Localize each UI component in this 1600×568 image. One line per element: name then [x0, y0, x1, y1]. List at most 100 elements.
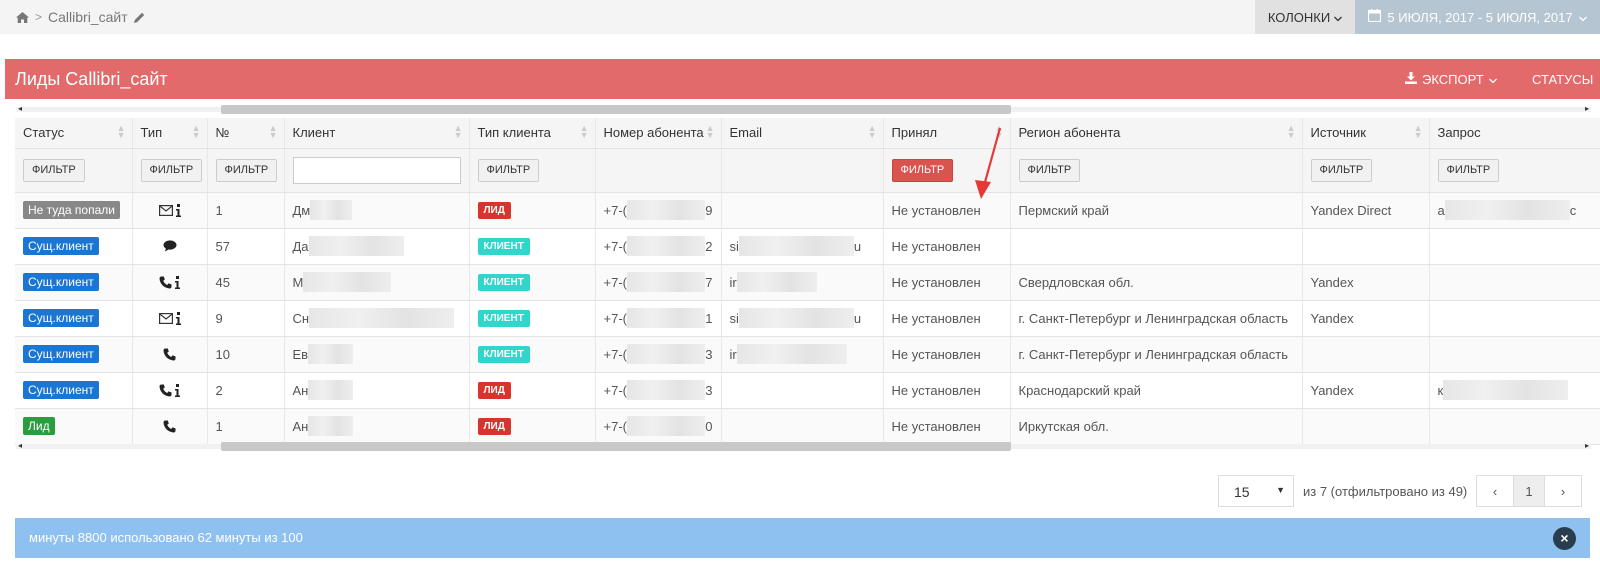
status-badge[interactable]: Не туда попали — [23, 201, 120, 219]
client-type-tag: ЛИД — [477, 202, 511, 219]
mail-icon — [158, 312, 173, 324]
column-header-client[interactable]: Клиент ▲ ▼ — [284, 118, 470, 149]
column-header-query[interactable]: Запрос — [1429, 118, 1600, 149]
leads-table: Статус ▲ ▼ Тип ▲ ▼ № ▲ ▼ Клиент ▲ ▼ Тип клиента ▲… — [15, 118, 1600, 445]
region-cell: Пермский край — [1010, 192, 1303, 229]
redacted-block — [626, 416, 706, 436]
scroll-right-arrow-icon[interactable]: ▸ — [1585, 104, 1589, 113]
redacted-block — [738, 308, 854, 328]
phone-suffix: 2 — [705, 238, 713, 254]
column-header-status[interactable]: Статус ▲ ▼ — [15, 118, 133, 149]
next-page-button[interactable]: › — [1544, 475, 1582, 507]
chevron-down-icon — [1334, 10, 1343, 25]
email-suffix: u — [853, 238, 862, 254]
status-badge[interactable]: Сущ.клиент — [23, 273, 99, 291]
type-icons — [141, 275, 199, 289]
filter-input-client[interactable] — [292, 156, 461, 184]
prev-page-button[interactable]: ‹ — [1476, 475, 1514, 507]
query-suffix: с — [1569, 202, 1577, 218]
column-header-number[interactable]: № ▲ ▼ — [207, 118, 285, 149]
filter-button-query[interactable]: ФИЛЬТР — [1437, 158, 1500, 182]
row-number: 1 — [207, 192, 285, 229]
chevron-down-icon — [1578, 10, 1587, 25]
page-number-button[interactable]: 1 — [1513, 475, 1545, 507]
column-header-type[interactable]: Тип ▲ ▼ — [132, 118, 208, 149]
redacted-block — [738, 236, 854, 256]
status-badge[interactable]: Сущ.клиент — [23, 345, 99, 363]
column-header-email[interactable]: Email ▲ ▼ — [721, 118, 884, 149]
table-row[interactable]: Сущ.клиент 9 Сн КЛИЕНТ +7-(1 si u Не установлен… — [15, 300, 1600, 337]
region-cell: Краснодарский край — [1010, 372, 1303, 409]
column-header-client-type[interactable]: Тип клиента ▲ ▼ — [469, 118, 596, 149]
filter-button-source[interactable]: ФИЛЬТР — [1310, 158, 1373, 182]
column-header-source[interactable]: Источник ▲ ▼ — [1302, 118, 1430, 149]
filter-button-number[interactable]: ФИЛЬТР — [215, 158, 278, 182]
sort-icon: ▲ ▼ — [867, 123, 877, 140]
filter-button-region[interactable]: ФИЛЬТР — [1018, 158, 1081, 182]
phone-icon — [159, 276, 172, 289]
query-prefix: а — [1437, 202, 1445, 218]
pagination: ‹ 1 › — [1476, 475, 1582, 507]
type-icons — [141, 348, 199, 361]
close-icon[interactable]: × — [1553, 527, 1576, 550]
table-row[interactable]: Сущ.клиент 10 Ев КЛИЕНТ +7-(3 ir Не установлен… — [15, 336, 1600, 373]
sort-icon: ▲ ▼ — [1286, 123, 1296, 140]
filter-button-type[interactable]: ФИЛЬТР — [140, 158, 203, 182]
scroll-right-arrow-icon[interactable]: ▸ — [1585, 441, 1589, 450]
source-cell — [1302, 228, 1430, 265]
phone-suffix: 3 — [705, 382, 713, 398]
page-size-value: 15 — [1234, 484, 1250, 500]
alert-text: минуты 8800 использовано 62 минуты из 10… — [29, 530, 303, 545]
redacted-block — [626, 272, 706, 292]
table-row[interactable]: Сущ.клиент 2 Ан ЛИД +7-(3 Не установлен Красно… — [15, 372, 1600, 409]
row-number: 10 — [207, 336, 285, 373]
phone-prefix: +7-( — [603, 274, 627, 290]
pencil-icon[interactable] — [133, 12, 145, 23]
columns-button[interactable]: КОЛОНКИ — [1255, 0, 1355, 34]
scroll-thumb[interactable] — [221, 442, 1011, 451]
caret-down-icon: ▼ — [1276, 485, 1285, 495]
info-icon — [175, 383, 180, 397]
type-icons — [141, 311, 199, 325]
column-header-region[interactable]: Регион абонента ▲ ▼ — [1010, 118, 1303, 149]
phone-suffix: 7 — [705, 274, 713, 290]
chat-icon — [163, 240, 177, 252]
phone-suffix: 3 — [705, 346, 713, 362]
source-cell: Yandex — [1302, 300, 1430, 337]
client-name: Ан — [292, 382, 309, 398]
scroll-left-arrow-icon[interactable]: ◂ — [18, 441, 22, 450]
phone-suffix: 9 — [705, 202, 713, 218]
redacted-block — [626, 308, 706, 328]
table-row[interactable]: Лид 1 Ан ЛИД +7-(0 Не установлен Иркутская обл… — [15, 408, 1600, 445]
horizontal-scrollbar-bottom[interactable]: ◂ ▸ — [16, 441, 1591, 451]
home-icon[interactable] — [16, 11, 29, 23]
table-row[interactable]: Сущ.клиент 45 М КЛИЕНТ +7-(7 ir Не установлен С… — [15, 264, 1600, 301]
client-name: Ев — [292, 346, 309, 362]
phone-prefix: +7-( — [603, 418, 627, 434]
status-badge[interactable]: Сущ.клиент — [23, 237, 99, 255]
column-header-phone[interactable]: Номер абонента ▲ ▼ — [595, 118, 722, 149]
filter-button-status[interactable]: ФИЛЬТР — [23, 158, 85, 182]
breadcrumb-title[interactable]: Callibri_сайт — [48, 9, 128, 25]
sort-icon: ▲ ▼ — [579, 123, 589, 140]
row-number: 9 — [207, 300, 285, 337]
column-header-accepted[interactable]: Принял ▲ ▼ — [883, 118, 1011, 149]
status-badge[interactable]: Лид — [23, 417, 55, 435]
status-badge[interactable]: Сущ.клиент — [23, 309, 99, 327]
type-icons — [141, 420, 199, 433]
redacted-block — [626, 200, 706, 220]
status-badge[interactable]: Сущ.клиент — [23, 381, 99, 399]
scroll-thumb[interactable] — [221, 105, 1011, 114]
table-row[interactable]: Не туда попали 1 Дм ЛИД +7-(9 Не установлен Пе… — [15, 192, 1600, 229]
client-type-tag: КЛИЕНТ — [477, 238, 530, 255]
statuses-button[interactable]: СТАТУСЫ — [1532, 72, 1593, 87]
scroll-left-arrow-icon[interactable]: ◂ — [18, 104, 22, 113]
page-size-select[interactable]: 15 ▼ — [1218, 475, 1294, 507]
redacted-block — [626, 380, 706, 400]
filter-button-client-type[interactable]: ФИЛЬТР — [477, 158, 540, 182]
export-button[interactable]: ЭКСПОРТ — [1405, 72, 1497, 87]
table-row[interactable]: Сущ.клиент 57 Да КЛИЕНТ +7-(2 si u Не установле… — [15, 228, 1600, 265]
filter-button-accepted[interactable]: ФИЛЬТР — [891, 158, 954, 182]
horizontal-scrollbar-top[interactable]: ◂ ▸ — [16, 104, 1591, 114]
date-range-button[interactable]: 5 ИЮЛЯ, 2017 - 5 ИЮЛЯ, 2017 — [1355, 0, 1600, 34]
